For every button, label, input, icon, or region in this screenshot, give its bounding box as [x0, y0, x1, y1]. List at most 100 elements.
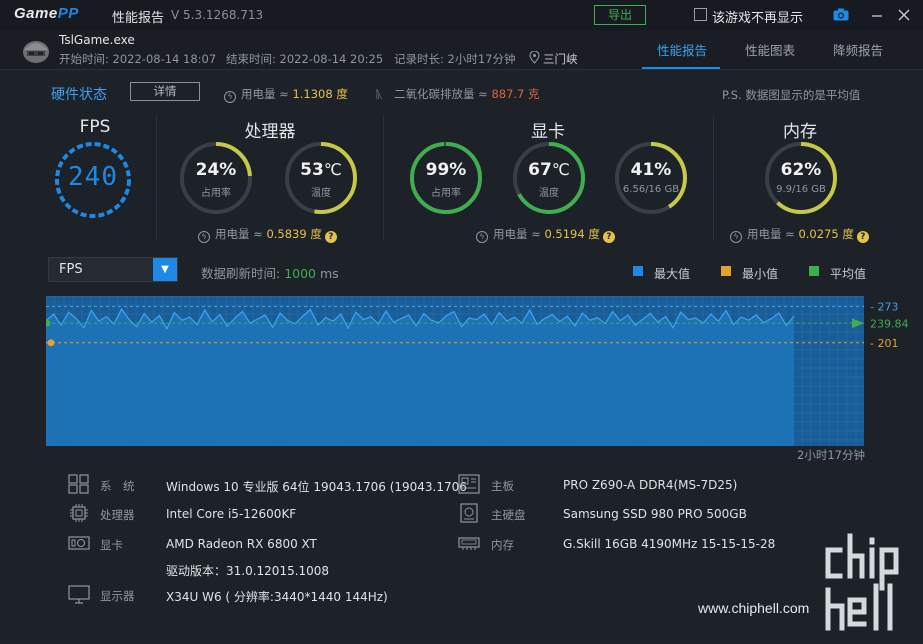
camera-icon[interactable] [833, 8, 849, 21]
gpu-usage-label: 占用率 [431, 188, 461, 199]
os-value: Windows 10 专业版 64位 19043.1706 (19043.170… [166, 480, 467, 494]
memory-key: 内存 [491, 538, 514, 552]
gpu-temp-label: 温度 [539, 188, 559, 199]
panel-divider [713, 115, 714, 240]
cpu-temp-gauge: 53℃ 温度 [281, 138, 361, 218]
gpu-usage-value: 99% [425, 160, 467, 180]
display-key: 显示器 [100, 589, 135, 603]
watermark-url: www.chiphell.com [698, 600, 810, 616]
app-title: 性能报告 [112, 11, 165, 26]
tab-performance-report[interactable]: 性能报告 [657, 40, 707, 59]
min-marker-start [47, 339, 55, 347]
max-label: - 273 [870, 301, 898, 314]
memory-usage-gauge: 62% 9.9/16 GB [761, 138, 841, 218]
co2-emission: ᚣ 二氧化碳排放量 ≈ 887.7 克 [376, 87, 540, 101]
min-label: - 201 [870, 337, 898, 350]
cpu-icon [70, 504, 88, 522]
power-icon: ϟ [198, 231, 210, 243]
detail-button[interactable]: 详情 [130, 82, 200, 101]
gpu-vram-gauge: 41% 6.56/16 GB [611, 138, 691, 218]
cpu-temp-value: 53℃ [300, 160, 342, 180]
game-name: TslGame.exe [59, 33, 135, 47]
power-icon: ϟ [730, 231, 742, 243]
gpu-icon [68, 536, 90, 550]
legend-max-label: 最大值 [654, 267, 691, 281]
gpu-key: 显卡 [100, 538, 123, 552]
tab-performance-chart[interactable]: 性能图表 [745, 40, 795, 59]
hardware-status-title: 硬件状态 [51, 87, 107, 103]
gpu-power: ϟ 用电量 ≈ 0.5194 度? [476, 226, 615, 243]
power-icon: ϟ [476, 231, 488, 243]
cpu-usage-label: 占用率 [201, 188, 231, 199]
legend-min-label: 最小值 [742, 267, 779, 281]
gpu-vram-value: 41% [630, 160, 672, 180]
memory-usage-label: 9.9/16 GB [776, 184, 826, 195]
legend-avg-swatch [809, 266, 819, 276]
display-value: X34U W6 ( 分辨率:3440*1440 144Hz) [166, 590, 388, 604]
app-logo: GamePP [14, 5, 79, 22]
export-button[interactable]: 导出 [594, 5, 646, 25]
minimize-icon[interactable] [869, 7, 885, 23]
cpu-temp-label: 温度 [311, 188, 331, 199]
disk-value: Samsung SSD 980 PRO 500GB [563, 507, 747, 521]
avg-label: 239.84 [870, 317, 909, 330]
motherboard-icon [458, 474, 480, 494]
legend-max-swatch [633, 266, 643, 276]
gpu-temp-value: 67℃ [528, 160, 570, 180]
flask-icon: ᚣ [376, 87, 383, 101]
memory-power: ϟ 用电量 ≈ 0.0275 度? [730, 226, 869, 243]
end-time: 结束时间: 2022-08-14 20:25 [226, 52, 384, 66]
gpu-temp-gauge: 67℃ 温度 [509, 138, 589, 218]
chevron-down-icon[interactable]: ▼ [153, 258, 177, 281]
gpu-driver-value: 驱动版本：31.0.12015.1008 [166, 564, 330, 578]
close-icon[interactable] [896, 7, 912, 23]
location: 三门峡 [543, 52, 578, 66]
fps-area [46, 309, 794, 446]
dont-show-label: 该游戏不再显示 [712, 11, 804, 26]
record-duration: 记录时长: 2小时17分钟 [394, 52, 516, 66]
disk-key: 主硬盘 [491, 508, 526, 522]
panel-divider [156, 115, 157, 240]
cpu-usage-value: 24% [195, 160, 237, 180]
fps-value: 240 [68, 162, 118, 192]
location-icon [529, 51, 540, 64]
memory-usage-value: 62% [780, 160, 822, 180]
refresh-interval: 数据刷新时间: 1000 ms [201, 266, 339, 281]
metric-select-value: FPS [59, 262, 83, 277]
metric-select[interactable]: FPS ▼ [48, 257, 178, 282]
chart-note: P.S. 数据图显示的是平均值 [722, 88, 861, 102]
windows-icon [68, 474, 89, 494]
cpu-usage-gauge: 24% 占用率 [176, 138, 256, 218]
legend-min-swatch [721, 266, 731, 276]
active-tab-indicator [642, 67, 720, 69]
gpu-vram-label: 6.56/16 GB [622, 184, 680, 195]
total-power: ϟ 用电量 ≈ 1.1308 度 [224, 86, 348, 103]
power-icon: ϟ [224, 91, 236, 103]
cpu-power: ϟ 用电量 ≈ 0.5839 度? [198, 226, 337, 243]
fps-chart: - 273 239.84 - 201 [46, 296, 909, 446]
memory-value: G.Skill 16GB 4190MHz 15-15-15-28 [563, 537, 776, 551]
monitor-icon [68, 585, 90, 604]
os-key: 系 统 [100, 479, 135, 493]
help-icon[interactable]: ? [856, 231, 869, 243]
start-time: 开始时间: 2022-08-14 18:07 [59, 52, 217, 66]
panel-divider [383, 115, 384, 240]
cpu-value: Intel Core i5-12600KF [166, 507, 297, 521]
fps-title: FPS [79, 117, 111, 137]
chart-duration: 2小时17分钟 [797, 448, 865, 462]
help-icon[interactable]: ? [602, 231, 615, 243]
tab-throttle-report[interactable]: 降频报告 [833, 40, 883, 59]
chiphell-logo [825, 533, 899, 631]
cpu-key: 处理器 [100, 508, 135, 522]
memory-icon [458, 537, 480, 550]
motherboard-value: PRO Z690-A DDR4(MS-7D25) [563, 478, 738, 492]
legend-avg-label: 平均值 [830, 267, 867, 281]
game-avatar-icon [23, 41, 49, 63]
help-icon[interactable]: ? [324, 231, 337, 243]
motherboard-key: 主板 [491, 479, 514, 493]
dont-show-checkbox[interactable] [694, 8, 707, 21]
disk-icon [460, 503, 478, 523]
gpu-value: AMD Radeon RX 6800 XT [166, 537, 317, 551]
app-version: V 5.3.1268.713 [171, 8, 264, 22]
gpu-usage-gauge: 99% 占用率 [406, 138, 486, 218]
